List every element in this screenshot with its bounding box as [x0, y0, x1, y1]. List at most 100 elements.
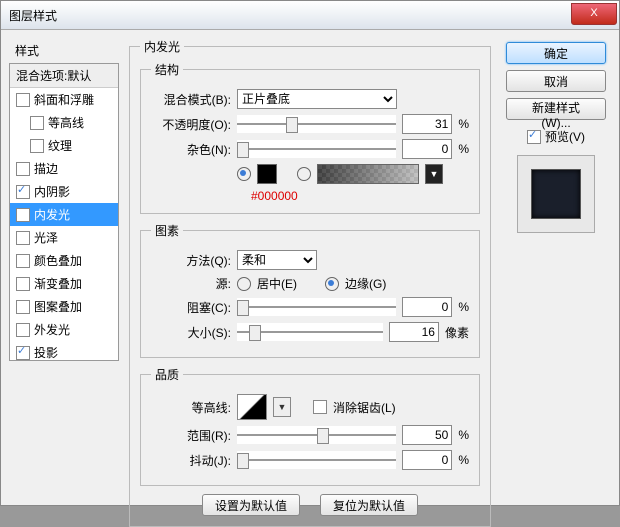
- range-label: 范围(R):: [151, 427, 231, 444]
- antialias-label: 消除锯齿(L): [333, 399, 396, 416]
- style-item-4[interactable]: 内阴影: [10, 180, 118, 203]
- noise-slider[interactable]: [237, 140, 396, 158]
- style-label: 内发光: [34, 206, 70, 223]
- style-item-2[interactable]: 纹理: [10, 134, 118, 157]
- style-checkbox[interactable]: [30, 139, 44, 153]
- opacity-unit: %: [458, 117, 469, 131]
- reset-default-button[interactable]: 复位为默认值: [320, 494, 418, 516]
- source-label: 源:: [151, 275, 231, 292]
- noise-label: 杂色(N):: [151, 141, 231, 158]
- quality-group: 品质 等高线: ▼ 消除锯齿(L) 范围(R): %: [140, 366, 480, 486]
- style-checkbox[interactable]: [16, 93, 30, 107]
- style-label: 图案叠加: [34, 298, 82, 315]
- style-label: 内阴影: [34, 183, 70, 200]
- inner-glow-group: 内发光 结构 混合模式(B): 正片叠底 不透明度(O): % 杂色(N):: [129, 38, 491, 527]
- size-label: 大小(S):: [151, 324, 231, 341]
- dialog-title: 图层样式: [9, 7, 57, 24]
- blend-mode-label: 混合模式(B):: [151, 91, 231, 108]
- color-swatch[interactable]: [257, 164, 277, 184]
- noise-input[interactable]: [402, 139, 452, 159]
- structure-group: 结构 混合模式(B): 正片叠底 不透明度(O): % 杂色(N):: [140, 61, 480, 214]
- source-center-label: 居中(E): [257, 275, 297, 292]
- size-slider[interactable]: [237, 323, 383, 341]
- blend-options-header[interactable]: 混合选项:默认: [10, 64, 118, 88]
- source-edge-label: 边缘(G): [345, 275, 386, 292]
- jitter-slider[interactable]: [237, 451, 396, 469]
- style-item-11[interactable]: 投影: [10, 341, 118, 364]
- style-item-3[interactable]: 描边: [10, 157, 118, 180]
- style-checkbox[interactable]: [16, 162, 30, 176]
- style-item-8[interactable]: 渐变叠加: [10, 272, 118, 295]
- style-item-5[interactable]: 内发光: [10, 203, 118, 226]
- new-style-button[interactable]: 新建样式(W)...: [506, 98, 606, 120]
- ok-button[interactable]: 确定: [506, 42, 606, 64]
- size-unit: 像素: [445, 324, 469, 341]
- action-panel: 确定 取消 新建样式(W)... 预览(V): [501, 38, 611, 498]
- noise-unit: %: [458, 142, 469, 156]
- style-checkbox[interactable]: [16, 300, 30, 314]
- color-radio[interactable]: [237, 167, 251, 181]
- style-checkbox[interactable]: [16, 185, 30, 199]
- size-input[interactable]: [389, 322, 439, 342]
- antialias-checkbox[interactable]: [313, 400, 327, 414]
- choke-label: 阻塞(C):: [151, 299, 231, 316]
- style-checkbox[interactable]: [16, 208, 30, 222]
- opacity-input[interactable]: [402, 114, 452, 134]
- style-checkbox[interactable]: [16, 231, 30, 245]
- preview-swatch: [531, 169, 581, 219]
- styles-list: 混合选项:默认 斜面和浮雕等高线纹理描边内阴影内发光光泽颜色叠加渐变叠加图案叠加…: [9, 63, 119, 361]
- style-item-7[interactable]: 颜色叠加: [10, 249, 118, 272]
- gradient-swatch[interactable]: [317, 164, 419, 184]
- style-item-10[interactable]: 外发光: [10, 318, 118, 341]
- close-button[interactable]: X: [571, 3, 617, 25]
- source-center-radio[interactable]: [237, 277, 251, 291]
- elements-group: 图素 方法(Q): 柔和 源: 居中(E) 边缘(G) 阻塞(C):: [140, 222, 480, 358]
- hex-label: #000000: [251, 189, 469, 203]
- blend-mode-select[interactable]: 正片叠底: [237, 89, 397, 109]
- inner-glow-title: 内发光: [140, 38, 184, 55]
- preview-box: [517, 155, 595, 233]
- contour-label: 等高线:: [151, 399, 231, 416]
- style-checkbox[interactable]: [16, 346, 30, 360]
- style-item-6[interactable]: 光泽: [10, 226, 118, 249]
- technique-label: 方法(Q):: [151, 252, 231, 269]
- contour-dropdown[interactable]: ▼: [273, 397, 291, 417]
- range-unit: %: [458, 428, 469, 442]
- contour-picker[interactable]: [237, 394, 267, 420]
- choke-input[interactable]: [402, 297, 452, 317]
- set-default-button[interactable]: 设置为默认值: [202, 494, 300, 516]
- style-label: 等高线: [48, 114, 84, 131]
- style-item-9[interactable]: 图案叠加: [10, 295, 118, 318]
- jitter-unit: %: [458, 453, 469, 467]
- jitter-label: 抖动(J):: [151, 452, 231, 469]
- cancel-button[interactable]: 取消: [506, 70, 606, 92]
- style-checkbox[interactable]: [30, 116, 44, 130]
- opacity-label: 不透明度(O):: [151, 116, 231, 133]
- technique-select[interactable]: 柔和: [237, 250, 317, 270]
- styles-panel: 样式 混合选项:默认 斜面和浮雕等高线纹理描边内阴影内发光光泽颜色叠加渐变叠加图…: [9, 38, 119, 498]
- opacity-slider[interactable]: [237, 115, 396, 133]
- choke-unit: %: [458, 300, 469, 314]
- style-label: 光泽: [34, 229, 58, 246]
- titlebar: 图层样式 X: [1, 1, 619, 30]
- elements-legend: 图素: [151, 222, 183, 239]
- style-checkbox[interactable]: [16, 323, 30, 337]
- preview-checkbox[interactable]: [527, 130, 541, 144]
- range-input[interactable]: [402, 425, 452, 445]
- preview-label: 预览(V): [545, 128, 585, 145]
- choke-slider[interactable]: [237, 298, 396, 316]
- style-label: 渐变叠加: [34, 275, 82, 292]
- style-item-0[interactable]: 斜面和浮雕: [10, 88, 118, 111]
- gradient-radio[interactable]: [297, 167, 311, 181]
- style-checkbox[interactable]: [16, 277, 30, 291]
- jitter-input[interactable]: [402, 450, 452, 470]
- style-checkbox[interactable]: [16, 254, 30, 268]
- layer-style-dialog: 图层样式 X 样式 混合选项:默认 斜面和浮雕等高线纹理描边内阴影内发光光泽颜色…: [0, 0, 620, 506]
- style-label: 描边: [34, 160, 58, 177]
- style-label: 纹理: [48, 137, 72, 154]
- gradient-dropdown[interactable]: ▼: [425, 164, 443, 184]
- style-item-1[interactable]: 等高线: [10, 111, 118, 134]
- style-label: 投影: [34, 344, 58, 361]
- source-edge-radio[interactable]: [325, 277, 339, 291]
- range-slider[interactable]: [237, 426, 396, 444]
